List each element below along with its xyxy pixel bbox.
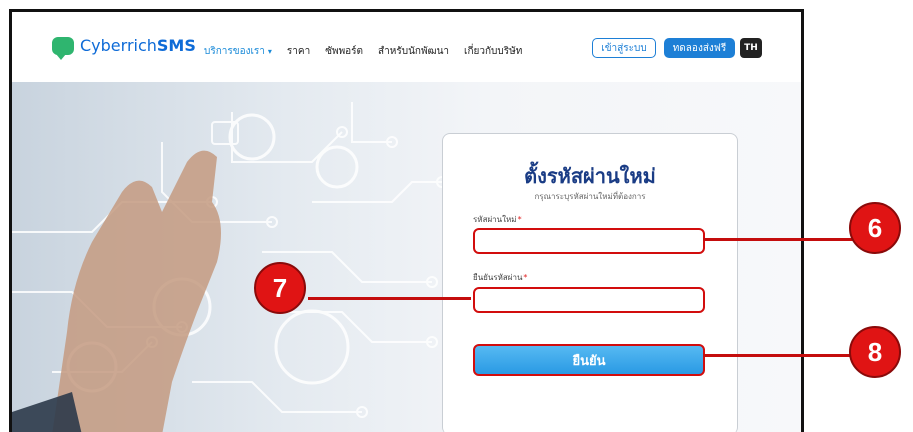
menu-item-about[interactable]: เกี่ยวกับบริษัท [464, 44, 522, 59]
login-button[interactable]: เข้าสู่ระบบ [592, 38, 656, 58]
page-title: ตั้งรหัสผ่านใหม่ [524, 164, 656, 188]
callout-line-7 [308, 297, 471, 300]
page-subtitle: กรุณาระบุรหัสผ่านใหม่ที่ต้องการ [534, 192, 646, 201]
menu-item-developers[interactable]: สำหรับนักพัฒนา [378, 44, 449, 59]
callout-badge-6: 6 [849, 202, 901, 254]
confirm-password-field[interactable] [473, 287, 705, 313]
menu-item-pricing[interactable]: ราคา [287, 44, 310, 59]
callout-line-8 [703, 354, 858, 357]
new-password-field[interactable] [473, 228, 705, 254]
callout-line-6 [703, 238, 858, 241]
top-navbar: CyberrichSMS บริการของเรา ▾ ราคา ซัพพอร์ต… [12, 12, 801, 82]
logo-text: CyberrichSMS [80, 36, 196, 55]
confirm-password-label: ยืนยันรหัสผ่าน* [473, 273, 528, 282]
reset-password-card: ตั้งรหัสผ่านใหม่ กรุณาระบุรหัสผ่านใหม่ที… [442, 133, 738, 432]
menu-item-services[interactable]: บริการของเรา ▾ [204, 44, 272, 59]
main-menu: บริการของเรา ▾ ราคา ซัพพอร์ต สำหรับนักพัฒ… [204, 44, 522, 59]
new-password-label: รหัสผ่านใหม่* [473, 215, 522, 224]
callout-badge-8: 8 [849, 326, 901, 378]
confirm-button[interactable]: ยืนยัน [473, 344, 705, 376]
screenshot-frame: CyberrichSMS บริการของเรา ▾ ราคา ซัพพอร์ต… [9, 9, 804, 432]
menu-item-support[interactable]: ซัพพอร์ต [325, 44, 363, 59]
chevron-down-icon: ▾ [267, 47, 272, 56]
callout-badge-7: 7 [254, 262, 306, 314]
logo[interactable]: CyberrichSMS [52, 36, 196, 60]
chat-bubble-logo-icon [52, 36, 74, 60]
language-button[interactable]: TH [740, 38, 762, 58]
free-trial-button[interactable]: ทดลองส่งฟรี [664, 38, 735, 58]
